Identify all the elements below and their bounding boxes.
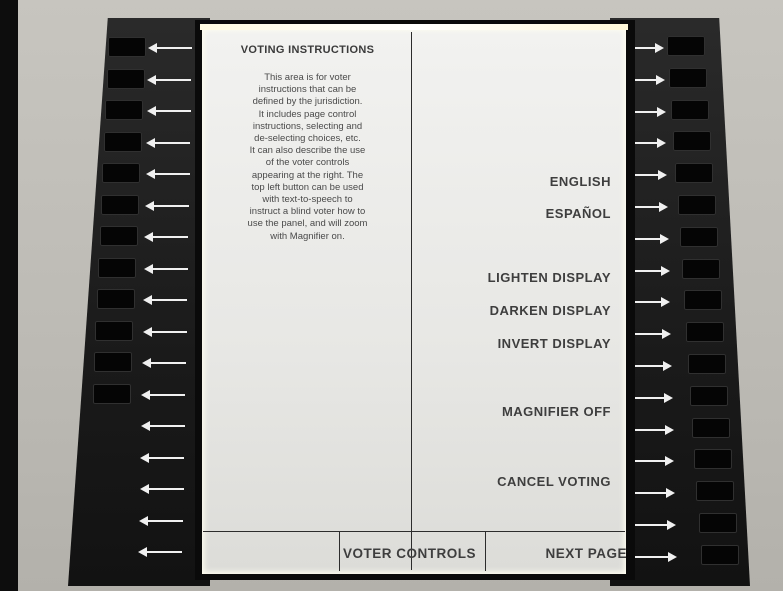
arrow-left-icon [142,358,186,368]
right-side-button[interactable] [671,99,710,120]
arrow-left-icon [145,200,189,211]
left-side-button[interactable] [98,257,137,278]
arrow-left-icon [139,515,183,526]
left-side-button[interactable] [95,320,134,341]
right-side-button[interactable] [673,131,712,152]
arrow-right-icon [632,520,676,530]
instructions-body: This area is for voter instructions that… [210,72,405,243]
instructions-line: It includes page control [258,108,357,120]
arrow-right-icon [628,392,673,403]
right-side-button[interactable] [679,226,718,247]
instructions-line: appearing at the right. The [251,169,364,181]
arrow-right-icon [632,551,677,562]
instructions-line: defined by the jurisdiction. [252,96,363,108]
right-side-button[interactable] [700,544,739,565]
instructions-line: instructions that can be [258,84,357,96]
arrow-left-icon [141,389,186,400]
cancel-voting-option[interactable]: CANCEL VOTING [497,474,611,489]
bottom-bar-separator-left [339,531,340,571]
arrow-left-icon [143,295,188,305]
left-side-button[interactable] [103,131,142,152]
instructions-title: VOTING INSTRUCTIONS [240,44,375,56]
right-side-button[interactable] [667,36,705,56]
left-side-button[interactable] [105,100,144,120]
left-side-button[interactable] [99,226,138,246]
instructions-line: use the panel, and will zoom [247,218,368,230]
english-option[interactable]: ENGLISH [550,174,611,189]
magnifier-toggle-option[interactable]: MAGNIFIER OFF [502,404,611,419]
arrow-left-icon [147,74,192,85]
arrow-left-icon [142,326,187,337]
instructions-line: top left button can be used [251,181,364,193]
left-side-button[interactable] [101,194,139,215]
instructions-line: This area is for voter [264,72,351,83]
instructions-line: with text-to-speech to [262,194,353,206]
arrow-right-icon [629,424,674,435]
left-side-button[interactable] [102,163,141,183]
instructions-line: instruct a blind voter how to [249,206,366,218]
left-side-button[interactable] [94,352,132,372]
next-page-button[interactable]: NEXT PAGE [545,546,627,561]
right-side-button[interactable] [669,67,708,88]
instructions-line: It can also describe the use [249,145,366,157]
right-side-button[interactable] [675,163,714,184]
left-side-button[interactable] [106,68,145,89]
right-side-button[interactable] [683,290,722,311]
arrow-left-icon [138,547,183,557]
arrow-left-icon [145,169,190,179]
lighten-display-option[interactable]: LIGHTEN DISPLAY [488,270,611,285]
arrow-left-icon [148,43,192,53]
bottom-bar-divider [203,531,625,532]
right-side-button[interactable] [696,481,735,502]
right-side-button[interactable] [677,195,716,215]
darken-display-option[interactable]: DARKEN DISPLAY [490,303,611,318]
arrow-left-icon [143,263,188,274]
espanol-option[interactable]: ESPAÑOL [546,206,611,221]
left-side-button[interactable] [96,289,135,309]
arrow-left-icon [140,421,185,431]
right-side-button[interactable] [681,258,720,279]
background-edge [0,0,18,591]
right-side-button[interactable] [692,417,731,438]
arrow-left-icon [140,452,185,463]
arrow-left-icon [146,137,191,148]
screen-glare [200,24,628,30]
instructions-line: de-selecting choices, etc. [254,133,361,145]
arrow-right-icon [631,488,676,499]
instructions-line: with Magnifier on. [270,230,345,242]
voter-controls-button[interactable]: VOTER CONTROLS [343,546,476,561]
instructions-line: of the voter controls [265,157,350,169]
left-side-button[interactable] [92,383,131,404]
right-side-button[interactable] [685,322,724,343]
arrow-left-icon [144,232,189,242]
arrow-left-icon [139,484,184,494]
arrow-left-icon [146,106,191,116]
invert-display-option[interactable]: INVERT DISPLAY [498,336,611,351]
instructions-line: instructions, selecting and [252,120,363,132]
arrow-right-icon [630,456,675,467]
right-side-button[interactable] [694,449,733,470]
right-side-button[interactable] [698,513,737,533]
right-side-button[interactable] [688,354,726,374]
column-divider [411,32,412,570]
right-side-button[interactable] [690,385,729,406]
bottom-bar-separator-right [485,531,486,571]
left-side-button[interactable] [108,37,146,57]
